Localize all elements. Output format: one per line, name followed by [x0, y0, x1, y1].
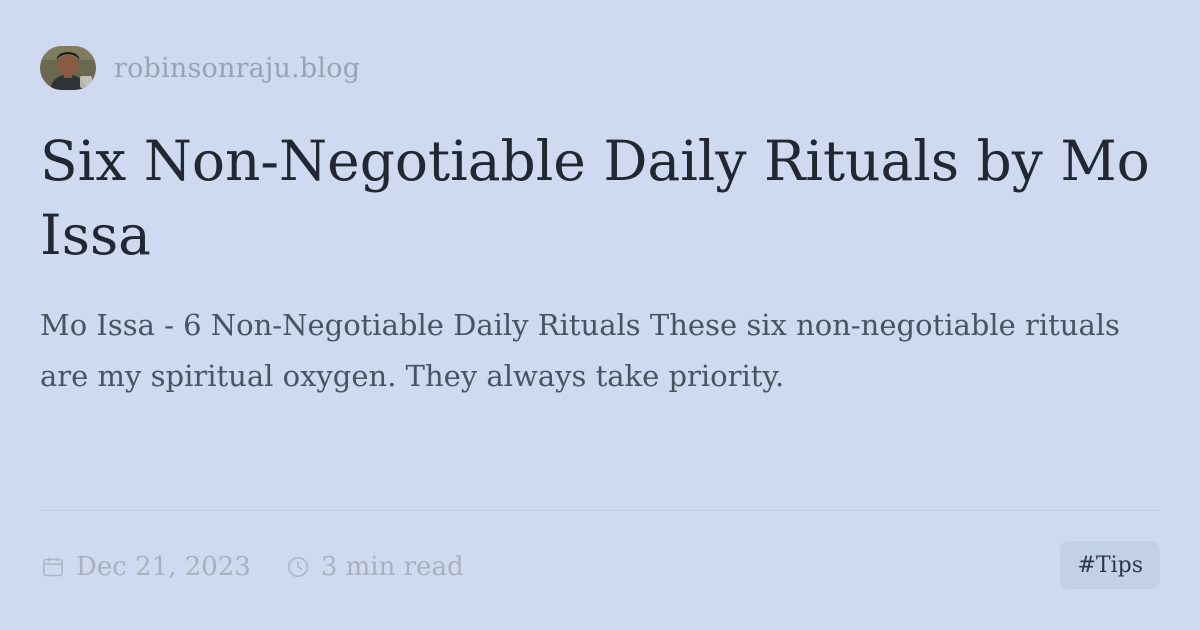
post-date: Dec 21, 2023 [40, 552, 251, 582]
social-share-card: robinsonraju.blog Six Non-Negotiable Dai… [0, 0, 1200, 630]
site-name[interactable]: robinsonraju.blog [114, 53, 360, 84]
read-time-label: 3 min read [320, 552, 464, 582]
post-date-label: Dec 21, 2023 [76, 552, 251, 582]
clock-icon [285, 554, 311, 580]
post-title: Six Non-Negotiable Daily Rituals by Mo I… [40, 129, 1150, 267]
post-meta: Dec 21, 2023 3 min read [40, 544, 464, 590]
post-description: Mo Issa - 6 Non-Negotiable Daily Rituals… [40, 308, 1120, 393]
site-brand[interactable]: robinsonraju.blog [40, 46, 360, 90]
calendar-icon [40, 554, 66, 580]
author-avatar-icon [40, 46, 96, 90]
tag-tips[interactable]: #Tips [1060, 541, 1160, 589]
divider [40, 510, 1160, 511]
post-read-time: 3 min read [285, 552, 464, 582]
